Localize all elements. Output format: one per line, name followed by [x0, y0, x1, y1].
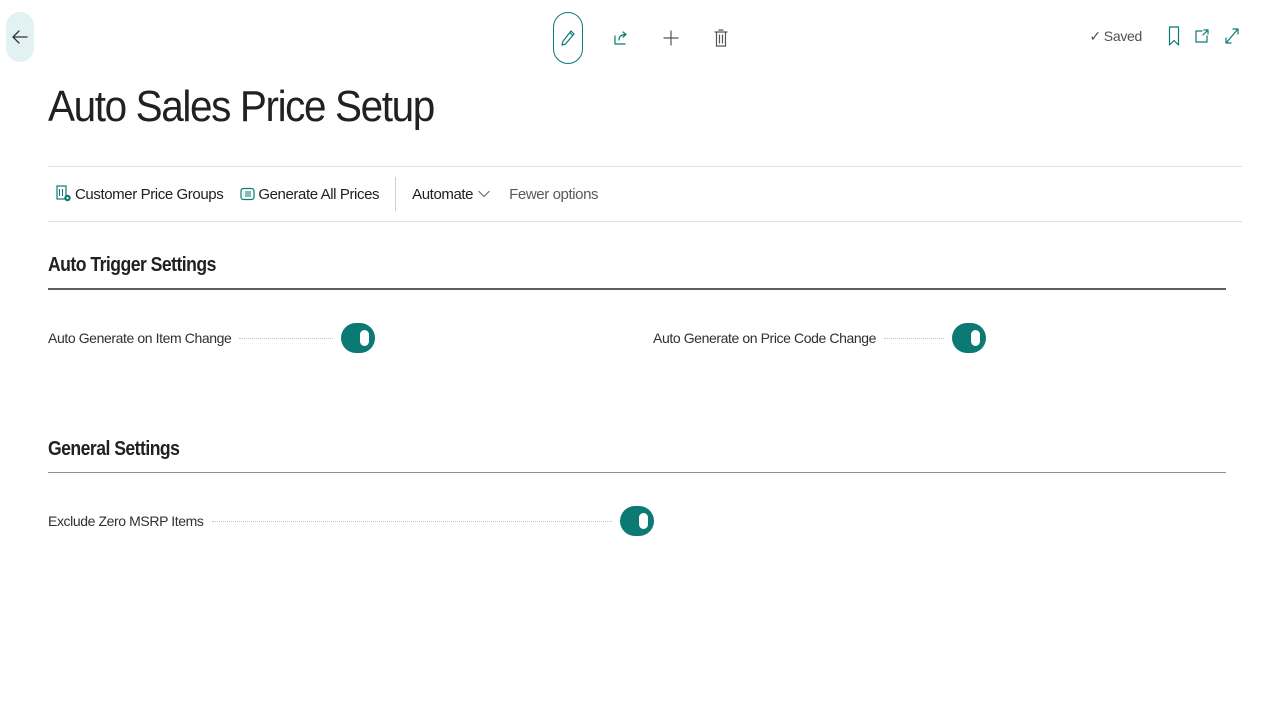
delete-button[interactable]	[709, 12, 733, 64]
auto-generate-price-code-change-field: Auto Generate on Price Code Change	[653, 323, 986, 353]
share-icon	[614, 31, 627, 45]
exclude-zero-msrp-field: Exclude Zero MSRP Items	[48, 506, 654, 536]
exclude-zero-msrp-label: Exclude Zero MSRP Items	[48, 513, 204, 529]
exclude-zero-msrp-toggle[interactable]	[619, 506, 654, 536]
expand-button[interactable]	[1224, 27, 1240, 45]
customer-price-groups-action[interactable]: Customer Price Groups	[56, 185, 224, 203]
saved-label: Saved	[1103, 28, 1143, 44]
auto-trigger-settings-rule	[48, 288, 1226, 290]
toggle-knob	[638, 513, 648, 529]
saved-status: ✓ Saved	[1089, 28, 1142, 45]
field-leader-dots	[239, 337, 334, 339]
toggle-knob	[971, 330, 980, 346]
auto-trigger-settings-heading: Auto Trigger Settings	[48, 254, 216, 276]
pencil-icon	[561, 30, 575, 46]
open-new-window-button[interactable]	[1194, 28, 1210, 44]
edit-button[interactable]	[553, 12, 583, 64]
generate-all-prices-label: Generate All Prices	[258, 185, 380, 203]
general-settings-rule	[48, 472, 1226, 473]
expand-icon	[1225, 28, 1239, 44]
arrow-left-icon	[12, 30, 28, 44]
auto-generate-item-change-label: Auto Generate on Item Change	[48, 330, 232, 346]
fewer-options-label: Fewer options	[509, 185, 599, 203]
trash-icon	[714, 29, 728, 47]
generate-all-prices-icon	[240, 187, 255, 201]
checkmark-icon: ✓	[1089, 27, 1101, 44]
new-button[interactable]	[659, 12, 683, 64]
share-button[interactable]	[609, 12, 633, 64]
fewer-options-action[interactable]: Fewer options	[509, 186, 598, 203]
auto-generate-item-change-field: Auto Generate on Item Change	[48, 323, 376, 353]
general-settings-heading: General Settings	[48, 438, 180, 460]
generate-all-prices-action[interactable]: Generate All Prices	[240, 185, 380, 203]
automate-menu[interactable]: Automate	[412, 186, 493, 203]
customer-price-groups-icon	[56, 185, 71, 202]
customer-price-groups-label: Customer Price Groups	[75, 185, 224, 203]
back-button[interactable]	[6, 12, 34, 62]
action-bar-divider	[395, 177, 397, 211]
action-bar: Customer Price Groups Generate All Price…	[48, 166, 1242, 222]
chevron-down-icon	[478, 190, 490, 198]
field-leader-dots	[211, 520, 612, 522]
automate-label: Automate	[412, 185, 474, 203]
field-leader-dots	[884, 337, 944, 339]
page-status-bar: ✓ Saved	[1089, 26, 1240, 46]
bookmark-icon	[1168, 26, 1180, 46]
page-toolbar	[553, 12, 733, 64]
auto-generate-item-change-toggle[interactable]	[341, 323, 376, 353]
open-new-window-icon	[1195, 29, 1209, 43]
bookmark-button[interactable]	[1168, 26, 1180, 46]
page-title: Auto Sales Price Setup	[48, 82, 435, 131]
plus-icon	[663, 30, 679, 46]
auto-generate-price-code-change-toggle[interactable]	[952, 323, 986, 353]
auto-generate-price-code-change-label: Auto Generate on Price Code Change	[653, 330, 876, 346]
toggle-knob	[360, 330, 370, 346]
